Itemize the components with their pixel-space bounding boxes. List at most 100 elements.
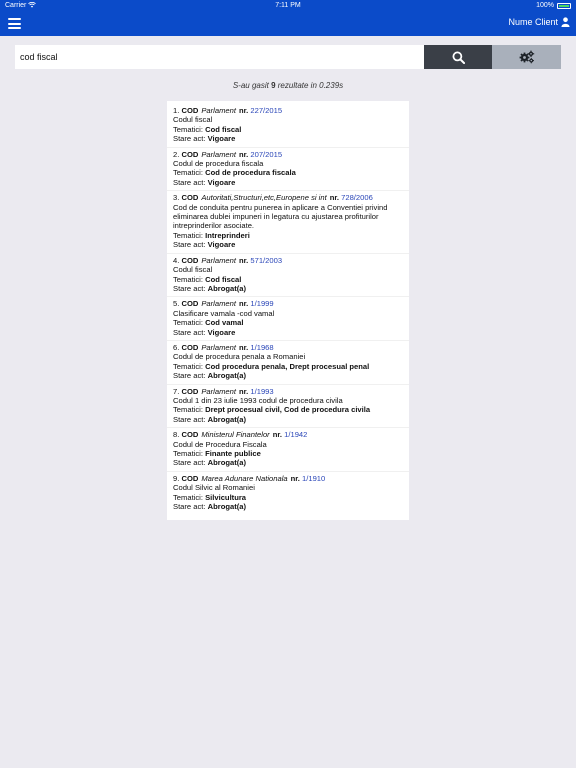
- result-topics: Cod vamal: [205, 318, 244, 328]
- results-summary: S-au gasit 9 rezultate in 0.239s: [0, 81, 576, 90]
- result-header: 4. COD Parlament nr. 571/2003: [173, 256, 403, 265]
- result-nr-label: nr.: [238, 149, 249, 159]
- result-topics-row: Tematici: Cod vamal: [173, 318, 403, 327]
- result-type: COD: [181, 386, 199, 396]
- topics-label: Tematici:: [173, 492, 203, 502]
- settings-button[interactable]: [492, 45, 561, 69]
- result-item[interactable]: 5. COD Parlament nr. 1/1999 Clasificare vam…: [167, 297, 409, 341]
- result-index: 7.: [173, 386, 180, 396]
- result-type: COD: [181, 193, 199, 203]
- result-topics: Cod fiscal: [205, 124, 242, 134]
- result-topics: Drept procesual civil, Cod de procedura …: [205, 405, 371, 415]
- result-title: Codul de procedura penala a Romaniei: [173, 352, 306, 362]
- result-topics-row: Tematici: Cod procedura penala, Drept pr…: [173, 362, 403, 371]
- result-index: 5.: [173, 299, 180, 309]
- result-issuer: Parlament: [201, 386, 236, 396]
- result-item[interactable]: 7. COD Parlament nr. 1/1993 Codul 1 din 23 …: [167, 385, 409, 429]
- status-label: Stare act:: [173, 283, 206, 293]
- result-nr-label: nr.: [329, 193, 339, 203]
- result-header: 1. COD Parlament nr. 227/2015: [173, 106, 403, 115]
- result-status: Abrogat(a): [207, 283, 247, 293]
- result-index: 2.: [173, 149, 180, 159]
- result-nr-label: nr.: [238, 255, 249, 265]
- hamburger-icon[interactable]: [8, 18, 21, 29]
- result-item[interactable]: 1. COD Parlament nr. 227/2015 Codul fiscal T…: [167, 104, 409, 148]
- status-label: Stare act:: [173, 240, 206, 250]
- result-type: COD: [181, 149, 199, 159]
- result-type: COD: [181, 342, 199, 352]
- result-nr-label: nr.: [272, 430, 283, 440]
- result-status-row: Stare act: Abrogat(a): [173, 284, 403, 293]
- topics-label: Tematici:: [173, 274, 203, 284]
- topics-label: Tematici:: [173, 168, 203, 178]
- result-item[interactable]: 9. COD Marea Adunare Nationala nr. 1/1910 C…: [167, 472, 409, 515]
- result-status: Vigoare: [207, 134, 236, 144]
- result-status-row: Stare act: Abrogat(a): [173, 371, 403, 380]
- status-label: Stare act:: [173, 177, 206, 187]
- result-header: 6. COD Parlament nr. 1/1968: [173, 343, 403, 352]
- result-item[interactable]: 8. COD Ministerul Finantelor nr. 1/1942 Cod…: [167, 428, 409, 472]
- topics-label: Tematici:: [173, 124, 203, 134]
- result-status: Vigoare: [207, 327, 236, 337]
- result-topics-row: Tematici: Intreprinderi: [173, 231, 403, 240]
- result-topics: Cod procedura penala, Drept procesual pe…: [205, 361, 370, 371]
- client-button[interactable]: Nume Client: [508, 17, 570, 27]
- result-status: Vigoare: [207, 240, 236, 250]
- result-topics: Silvicultura: [205, 492, 247, 502]
- result-topics-row: Tematici: Cod fiscal: [173, 275, 403, 284]
- search-icon: [452, 51, 465, 64]
- result-number-link[interactable]: 571/2003: [250, 256, 282, 265]
- search-input[interactable]: [15, 45, 424, 69]
- result-topics-row: Tematici: Finante publice: [173, 449, 403, 458]
- result-topics: Cod de procedura fiscala: [205, 168, 296, 178]
- result-status-row: Stare act: Abrogat(a): [173, 415, 403, 424]
- status-label: Stare act:: [173, 371, 206, 381]
- nav-bar: Nume Client: [0, 12, 576, 36]
- result-number-link[interactable]: 207/2015: [250, 150, 282, 159]
- result-nr-label: nr.: [238, 342, 249, 352]
- result-number-link[interactable]: 1/1968: [250, 343, 273, 352]
- result-number-link[interactable]: 227/2015: [250, 106, 282, 115]
- result-number-link[interactable]: 1/1999: [250, 299, 273, 308]
- result-item[interactable]: 2. COD Parlament nr. 207/2015 Codul de proc…: [167, 148, 409, 192]
- search-bar: [15, 45, 561, 69]
- result-nr-label: nr.: [290, 473, 300, 483]
- result-item[interactable]: 4. COD Parlament nr. 571/2003 Codul fiscal T…: [167, 254, 409, 298]
- result-header: 3. COD Autoritati,Structuri,etc,Europene …: [173, 193, 403, 202]
- search-button[interactable]: [424, 45, 492, 69]
- client-label: Nume Client: [508, 17, 558, 27]
- status-label: Stare act:: [173, 327, 206, 337]
- result-status-row: Stare act: Vigoare: [173, 134, 403, 143]
- result-topics-row: Tematici: Cod fiscal: [173, 125, 403, 134]
- result-topics-row: Tematici: Cod de procedura fiscala: [173, 168, 403, 177]
- result-type: COD: [181, 473, 199, 483]
- result-status: Abrogat(a): [207, 502, 247, 512]
- result-topics: Cod fiscal: [205, 274, 242, 284]
- result-item[interactable]: 6. COD Parlament nr. 1/1968 Codul de proced…: [167, 341, 409, 385]
- result-index: 4.: [173, 255, 180, 265]
- result-header: 8. COD Ministerul Finantelor nr. 1/1942: [173, 430, 403, 439]
- result-title: Codul fiscal: [173, 265, 213, 275]
- result-status: Abrogat(a): [207, 414, 247, 424]
- topics-label: Tematici:: [173, 449, 203, 458]
- result-index: 3.: [173, 193, 180, 203]
- result-index: 9.: [173, 473, 180, 483]
- result-number-link[interactable]: 1/1910: [302, 474, 325, 483]
- result-index: 6.: [173, 342, 180, 352]
- result-issuer: Marea Adunare Nationala: [201, 473, 288, 483]
- result-nr-label: nr.: [238, 106, 249, 115]
- result-index: 1.: [173, 106, 180, 115]
- result-number-link[interactable]: 1/1942: [284, 430, 307, 439]
- result-status-row: Stare act: Vigoare: [173, 328, 403, 337]
- result-title: Codul de Procedura Fiscala: [173, 439, 267, 449]
- status-label: Stare act:: [173, 414, 206, 424]
- results-list: 1. COD Parlament nr. 227/2015 Codul fiscal T…: [167, 101, 409, 520]
- result-title: Cod de conduita pentru punerea in aplica…: [173, 202, 388, 231]
- result-status-row: Stare act: Abrogat(a): [173, 458, 403, 467]
- result-topics-row: Tematici: Drept procesual civil, Cod de …: [173, 405, 403, 414]
- battery-percent: 100%: [536, 2, 554, 9]
- result-number-link[interactable]: 1/1993: [250, 387, 273, 396]
- battery-group: 100%: [536, 2, 571, 9]
- result-number-link[interactable]: 728/2006: [341, 193, 373, 202]
- result-item[interactable]: 3. COD Autoritati,Structuri,etc,Europene …: [167, 191, 409, 254]
